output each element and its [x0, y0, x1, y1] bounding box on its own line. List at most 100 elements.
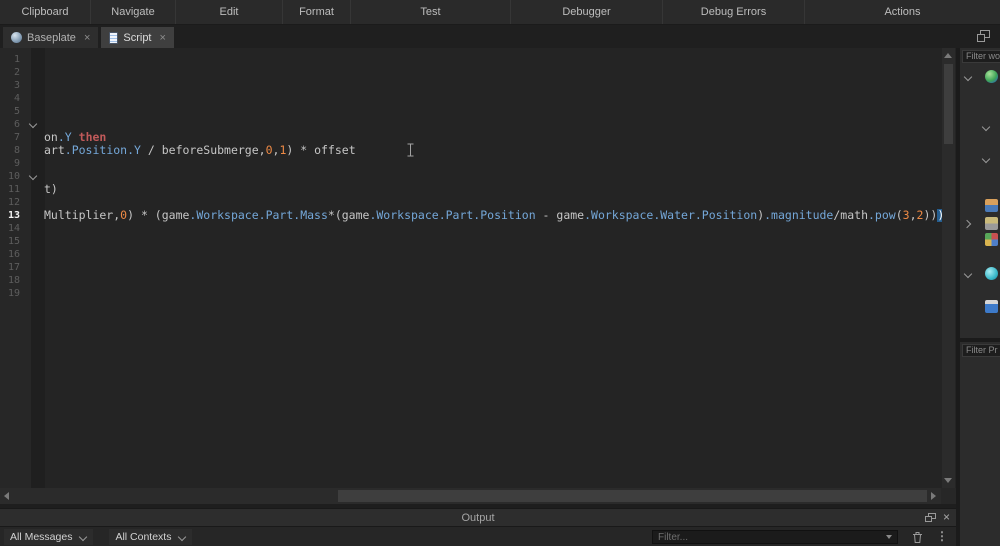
- parts-icon: [985, 233, 998, 246]
- vertical-scroll-thumb[interactable]: [944, 64, 953, 144]
- explorer-item[interactable]: [960, 70, 1000, 83]
- explorer-item[interactable]: [960, 233, 1000, 246]
- code-line: 5: [0, 105, 956, 118]
- fold-margin: [20, 287, 44, 300]
- fold-chevron-icon[interactable]: [29, 120, 37, 128]
- trash-icon[interactable]: [912, 531, 923, 544]
- expand-chevron-icon[interactable]: [982, 155, 990, 163]
- fold-margin: [20, 118, 44, 131]
- menu-item-clipboard[interactable]: Clipboard: [0, 0, 91, 24]
- scroll-up-arrow-icon[interactable]: [944, 53, 952, 58]
- context-filter-dropdown[interactable]: All Contexts: [109, 528, 193, 545]
- close-output-icon[interactable]: ×: [943, 510, 950, 524]
- line-number: 15: [7, 236, 20, 247]
- menu-item-edit[interactable]: Edit: [176, 0, 283, 24]
- horizontal-scrollbar[interactable]: [0, 488, 956, 504]
- line-number: 7: [13, 132, 20, 143]
- code-line: 14: [0, 222, 956, 235]
- main-area: 1 2 3 4 5 6 7 on.Y then 8 art.Position.Y / before…: [0, 48, 1000, 546]
- fold-margin: [20, 183, 44, 196]
- fold-margin: [20, 79, 44, 92]
- expand-chevron-icon[interactable]: [964, 73, 972, 81]
- explorer-item[interactable]: [960, 120, 1000, 133]
- code-line: 11 t): [0, 183, 956, 196]
- horizontal-scroll-thumb[interactable]: [338, 490, 927, 502]
- output-filter-placeholder: Filter...: [658, 531, 689, 543]
- explorer-item[interactable]: [960, 300, 1000, 313]
- code-line: 18: [0, 274, 956, 287]
- vertical-scrollbar[interactable]: [942, 48, 955, 488]
- menu-item-navigate[interactable]: Navigate: [91, 0, 176, 24]
- fold-margin: [20, 66, 44, 79]
- output-title: Output: [461, 511, 495, 524]
- context-filter-label: All Contexts: [115, 530, 172, 543]
- line-number: 4: [13, 93, 20, 104]
- explorer-item[interactable]: [960, 217, 1000, 230]
- code-line: 12: [0, 196, 956, 209]
- properties-filter-placeholder: Filter Pr: [966, 345, 998, 355]
- tab-baseplate[interactable]: Baseplate ×: [3, 27, 99, 48]
- expand-chevron-icon[interactable]: [964, 270, 972, 278]
- messages-filter-dropdown[interactable]: All Messages: [4, 528, 94, 545]
- fold-margin: [20, 274, 44, 287]
- code-editor[interactable]: 1 2 3 4 5 6 7 on.Y then 8 art.Position.Y / before…: [0, 48, 956, 488]
- line-number: 13: [7, 210, 20, 221]
- expand-chevron-icon[interactable]: [982, 123, 990, 131]
- fold-margin: [20, 222, 44, 235]
- tab-strip: Baseplate × Script ×: [0, 25, 174, 48]
- code-text: art.Position.Y / beforeSubmerge,0,1) * o…: [44, 144, 356, 157]
- output-filter-input[interactable]: Filter...: [652, 530, 898, 544]
- tab-label: Script: [123, 31, 152, 44]
- fold-chevron-icon[interactable]: [29, 172, 37, 180]
- line-number: 5: [13, 106, 20, 117]
- fold-margin: [20, 131, 44, 144]
- code-line: 8 art.Position.Y / beforeSubmerge,0,1) * …: [0, 144, 956, 157]
- scroll-down-arrow-icon[interactable]: [944, 478, 952, 483]
- fold-margin: [20, 157, 44, 170]
- code-line: 6: [0, 118, 956, 131]
- menu-item-test[interactable]: Test: [351, 0, 511, 24]
- menu-item-debug-errors[interactable]: Debug Errors: [663, 0, 805, 24]
- explorer-item[interactable]: [960, 152, 1000, 165]
- expand-chevron-icon[interactable]: [964, 220, 972, 228]
- fold-margin: [20, 209, 44, 222]
- code-text: t): [44, 183, 58, 196]
- explorer-tree: [960, 48, 1000, 338]
- scroll-left-arrow-icon[interactable]: [4, 492, 9, 500]
- output-toolbar: All Messages All Contexts Filter... ⋮: [0, 526, 956, 546]
- menu-item-debugger[interactable]: Debugger: [511, 0, 663, 24]
- mouse-text-cursor: [406, 143, 415, 157]
- code-line: 19: [0, 287, 956, 300]
- messages-filter-label: All Messages: [10, 530, 73, 543]
- code-line: 9: [0, 157, 956, 170]
- explorer-item[interactable]: [960, 267, 1000, 280]
- scroll-right-arrow-icon[interactable]: [931, 492, 936, 500]
- character-icon: [985, 300, 998, 313]
- float-window-icon[interactable]: [977, 30, 990, 42]
- menu-item-format[interactable]: Format: [283, 0, 351, 24]
- output-panel-header: Output ×: [0, 508, 956, 526]
- chevron-down-icon: [79, 533, 87, 541]
- chevron-down-icon: [886, 535, 892, 539]
- kebab-menu-icon[interactable]: ⋮: [936, 529, 948, 543]
- dock-window-icon[interactable]: [925, 513, 936, 523]
- team-icon: [985, 217, 998, 230]
- close-tab-icon[interactable]: ×: [160, 32, 166, 44]
- code-text: Multiplier,0) * (game.Workspace.Part.Mas…: [44, 209, 945, 222]
- fold-margin: [20, 105, 44, 118]
- properties-filter-input[interactable]: Filter Pr: [962, 344, 1000, 357]
- explorer-panel: Filter wo: [960, 48, 1000, 338]
- tab-script[interactable]: Script ×: [101, 27, 174, 48]
- line-number: 14: [7, 223, 20, 234]
- code-line: 10: [0, 170, 956, 183]
- menu-item-actions[interactable]: Actions: [805, 0, 1000, 24]
- line-number: 9: [13, 158, 20, 169]
- close-tab-icon[interactable]: ×: [84, 32, 90, 44]
- explorer-item[interactable]: [960, 199, 1000, 212]
